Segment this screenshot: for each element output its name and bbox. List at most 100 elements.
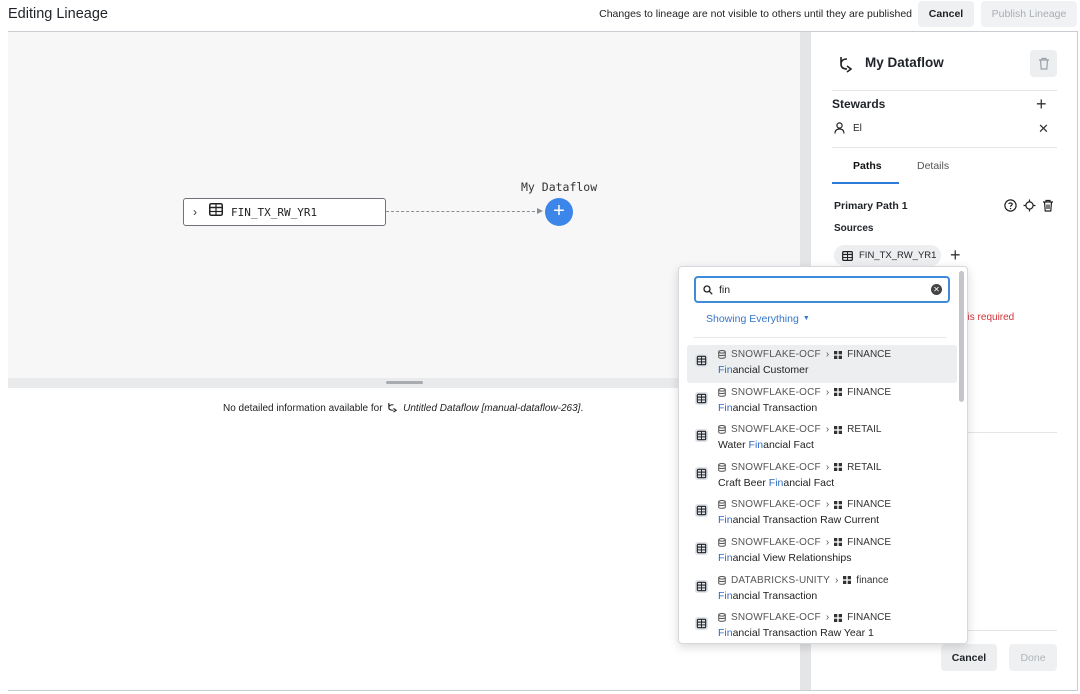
database-icon xyxy=(718,613,726,622)
result-path: SNOWFLAKE-OCF › FINANCE xyxy=(718,612,891,623)
source-chip[interactable]: FIN_TX_RW_YR1 xyxy=(834,245,941,266)
done-button[interactable]: Done xyxy=(1009,644,1057,671)
database-icon xyxy=(718,500,726,510)
publish-notice: Changes to lineage are not visible to ot… xyxy=(599,8,912,20)
add-node-button[interactable]: + xyxy=(545,198,573,226)
table-icon xyxy=(695,391,708,410)
caret-down-icon: ▼ xyxy=(802,315,810,322)
active-tab-indicator xyxy=(832,182,899,184)
result-schema: finance xyxy=(856,574,889,586)
dataflow-icon xyxy=(387,402,398,416)
search-box[interactable]: ✕ xyxy=(694,276,950,303)
clear-search-icon[interactable]: ✕ xyxy=(931,284,942,295)
database-icon xyxy=(718,537,726,547)
result-source: SNOWFLAKE-OCF xyxy=(731,461,821,473)
expand-chevron-icon[interactable]: › xyxy=(193,205,197,219)
result-path: SNOWFLAKE-OCF › RETAIL xyxy=(718,462,881,473)
divider xyxy=(965,630,1057,631)
tab-paths[interactable]: Paths xyxy=(853,160,882,172)
result-name: Financial Transaction xyxy=(718,589,818,602)
help-icon[interactable] xyxy=(1004,199,1017,217)
schema-icon xyxy=(834,538,843,547)
search-icon xyxy=(703,284,713,295)
trash-icon xyxy=(1038,57,1049,70)
chevron-right-icon: › xyxy=(834,574,839,586)
person-icon xyxy=(834,122,845,134)
table-icon xyxy=(842,250,853,261)
lineage-edge xyxy=(386,211,540,212)
result-path: SNOWFLAKE-OCF › FINANCE xyxy=(718,537,891,548)
search-input[interactable] xyxy=(719,283,919,296)
table-icon xyxy=(695,354,708,372)
divider xyxy=(965,432,1057,433)
add-source-button[interactable]: + xyxy=(950,246,961,264)
source-node[interactable]: › FIN_TX_RW_YR1 xyxy=(183,198,386,226)
top-bar: Editing Lineage Changes to lineage are n… xyxy=(0,0,1080,30)
result-name: Craft Beer Financial Fact xyxy=(718,476,835,489)
table-icon xyxy=(695,504,708,522)
stewards-heading: Stewards xyxy=(832,97,886,111)
schema-icon xyxy=(834,463,843,472)
no-details-prefix: No detailed information available for xyxy=(223,403,383,414)
search-result[interactable]: DATABRICKS-UNITY › finance Financial Tra… xyxy=(687,571,957,609)
result-schema: RETAIL xyxy=(847,424,882,436)
table-icon xyxy=(209,203,223,221)
database-icon xyxy=(718,350,726,359)
remove-steward-button[interactable]: ✕ xyxy=(1038,121,1049,137)
search-results-list: SNOWFLAKE-OCF › FINANCE Financial Custom… xyxy=(687,345,957,643)
divider xyxy=(832,90,1057,91)
search-result[interactable]: SNOWFLAKE-OCF › FINANCE Financial Custom… xyxy=(687,345,957,383)
result-name: Financial Transaction Raw Current xyxy=(718,514,880,527)
result-path: DATABRICKS-UNITY › finance xyxy=(718,575,889,586)
sources-label: Sources xyxy=(834,223,874,234)
panel-cancel-button[interactable]: Cancel xyxy=(941,644,997,671)
result-path: SNOWFLAKE-OCF › FINANCE xyxy=(718,387,891,398)
primary-path-title: Primary Path 1 xyxy=(834,200,908,212)
chevron-right-icon: › xyxy=(825,386,830,398)
dropdown-scrollbar[interactable] xyxy=(959,271,964,402)
search-result[interactable]: SNOWFLAKE-OCF › RETAIL Craft Beer Financ… xyxy=(687,458,957,496)
scope-filter-label: Showing Everything xyxy=(706,313,799,325)
result-path: SNOWFLAKE-OCF › RETAIL xyxy=(718,424,881,435)
schema-icon xyxy=(834,425,843,434)
dataflow-node-label: My Dataflow xyxy=(521,180,598,194)
table-icon xyxy=(695,541,708,560)
result-name: Financial View Relationships xyxy=(718,551,852,564)
chevron-right-icon: › xyxy=(825,424,830,436)
search-result[interactable]: SNOWFLAKE-OCF › RETAIL Water Financial F… xyxy=(687,420,957,458)
dataflow-icon xyxy=(836,55,854,78)
database-icon xyxy=(718,575,726,585)
add-steward-button[interactable]: + xyxy=(1036,95,1047,113)
result-schema: FINANCE xyxy=(847,499,892,511)
scope-filter[interactable]: Showing Everything ▼ xyxy=(706,313,810,325)
result-name: Financial Customer xyxy=(718,364,809,376)
result-source: DATABRICKS-UNITY xyxy=(731,574,830,586)
database-icon xyxy=(718,462,726,472)
locate-icon[interactable] xyxy=(1023,199,1036,217)
result-name: Financial Transaction Raw Year 1 xyxy=(718,627,874,640)
result-source: SNOWFLAKE-OCF xyxy=(731,612,821,624)
trash-icon[interactable] xyxy=(1042,199,1054,217)
dataflow-name: Untitled Dataflow [manual-dataflow-263] xyxy=(403,403,581,414)
search-result[interactable]: SNOWFLAKE-OCF › FINANCE Financial Transa… xyxy=(687,383,957,421)
schema-icon xyxy=(834,350,843,359)
divider xyxy=(832,147,1057,148)
tab-details[interactable]: Details xyxy=(917,160,949,172)
result-path: SNOWFLAKE-OCF › FINANCE xyxy=(718,349,891,360)
splitter-handle[interactable] xyxy=(386,381,423,384)
search-result[interactable]: SNOWFLAKE-OCF › FINANCE Financial Transa… xyxy=(687,608,957,643)
cancel-button[interactable]: Cancel xyxy=(918,1,974,27)
schema-icon xyxy=(843,576,852,585)
path-actions xyxy=(1004,199,1054,217)
result-source: SNOWFLAKE-OCF xyxy=(731,424,821,436)
table-icon xyxy=(695,579,708,598)
search-result[interactable]: SNOWFLAKE-OCF › FINANCE Financial Transa… xyxy=(687,495,957,533)
page-title: Editing Lineage xyxy=(8,6,108,22)
search-result[interactable]: SNOWFLAKE-OCF › FINANCE Financial View R… xyxy=(687,533,957,571)
result-schema: RETAIL xyxy=(847,461,882,473)
delete-dataflow-button[interactable] xyxy=(1030,50,1057,77)
steward-row: El xyxy=(834,122,862,134)
chevron-right-icon: › xyxy=(825,499,830,511)
result-schema: FINANCE xyxy=(847,349,892,360)
publish-lineage-button[interactable]: Publish Lineage xyxy=(981,1,1077,27)
